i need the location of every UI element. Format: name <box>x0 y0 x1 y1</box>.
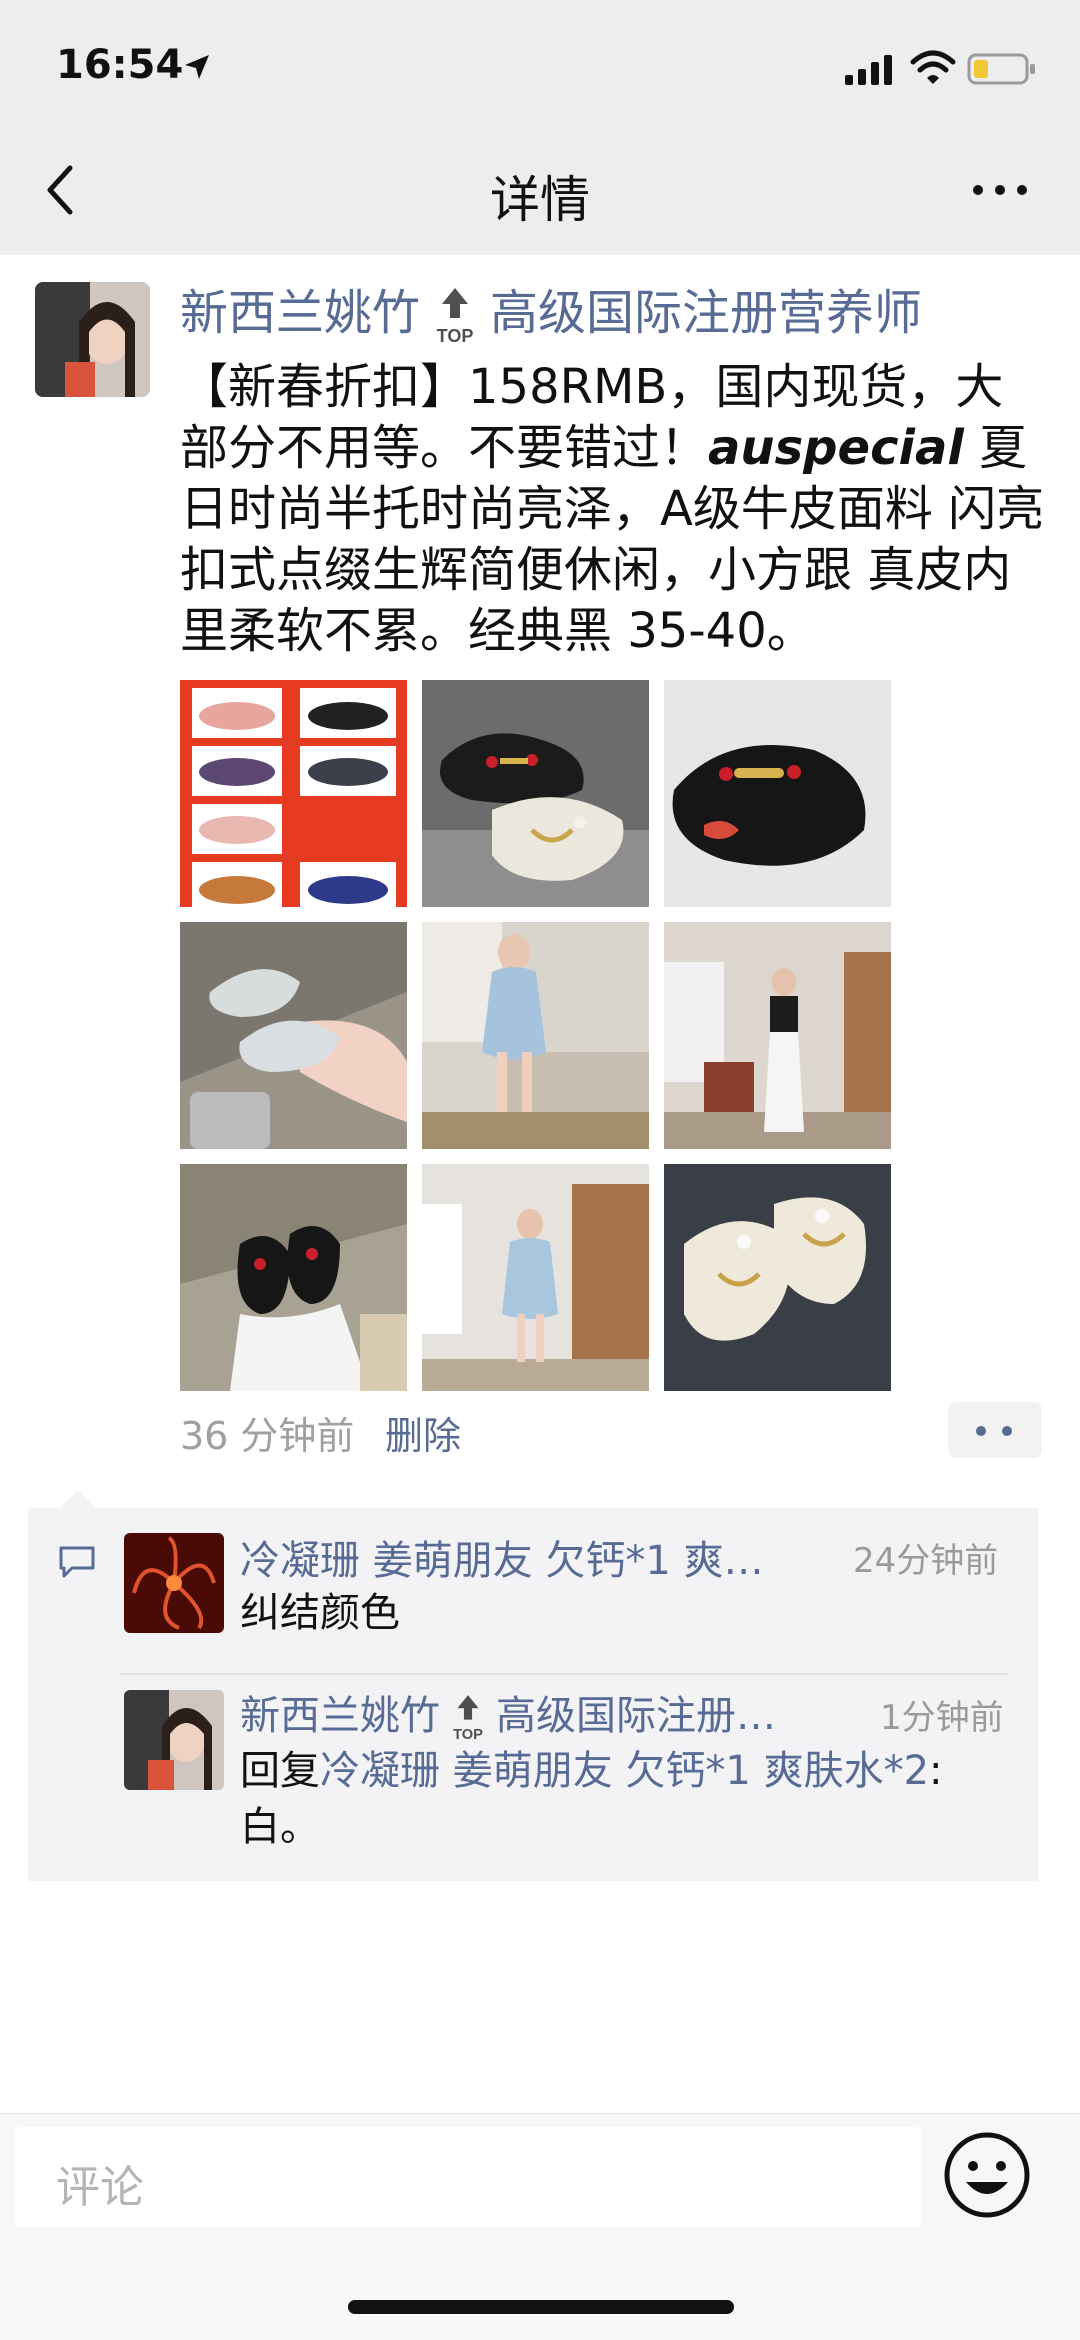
author-name[interactable]: 新西兰姚竹 <box>180 285 420 341</box>
image-feet-black-loafers[interactable] <box>180 1164 407 1391</box>
commenter-avatar[interactable] <box>124 1533 224 1633</box>
emoji-icon[interactable] <box>942 2130 1032 2220</box>
comment-input-placeholder: 评论 <box>56 2162 144 2213</box>
home-indicator[interactable] <box>348 2300 734 2314</box>
comment-bubble-icon <box>59 1546 95 1578</box>
top-badge-icon: TOP <box>453 1695 483 1743</box>
status-time: 16:54 <box>56 42 184 88</box>
reply-author-name[interactable]: 新西兰姚竹 <box>240 1693 440 1739</box>
dot-icon <box>1002 1426 1012 1436</box>
image-black-loafer-bee[interactable] <box>664 680 891 907</box>
reply-author-title: 高级国际注册… <box>496 1693 776 1739</box>
comment-time: 24分钟前 <box>853 1541 999 1581</box>
author-row: 新西兰姚竹 TOP 高级国际注册营养师 <box>180 282 1060 346</box>
top-badge-text: TOP <box>437 326 474 346</box>
image-black-and-white-loafers[interactable] <box>422 680 649 907</box>
comment-like-menu-button[interactable] <box>948 1402 1042 1458</box>
comment-text: 纠结颜色 <box>240 1590 400 1636</box>
image-woman-denim-dress-standing[interactable] <box>422 1164 649 1391</box>
reply-author-avatar[interactable] <box>124 1690 224 1790</box>
author-title: 高级国际注册营养师 <box>490 285 923 341</box>
post-brand: auspecial <box>708 420 964 476</box>
wifi-icon <box>910 50 956 84</box>
reply-text: 回复冷凝珊 姜萌朋友 欠钙*1 爽肤水*2:白。 <box>240 1743 1010 1855</box>
signal-icon <box>845 55 892 85</box>
image-woman-denim-dress-sitting[interactable] <box>422 922 649 1149</box>
post-text: 【新春折扣】158RMB，国内现货，大部分不用等。不要错过！auspecial … <box>180 357 1050 662</box>
commenter-name[interactable]: 冷凝珊 姜萌朋友 欠钙*1 爽… <box>240 1528 764 1586</box>
image-woman-white-pants-room[interactable] <box>664 922 891 1149</box>
image-feet-white-slides[interactable] <box>180 922 407 1149</box>
reply-prefix: 回复 <box>240 1748 320 1794</box>
comment-input[interactable]: 评论 <box>14 2127 922 2227</box>
reply-time: 1分钟前 <box>880 1698 1004 1738</box>
reply-to-name[interactable]: 冷凝珊 姜萌朋友 欠钙*1 爽肤水*2 <box>320 1748 929 1794</box>
post-time: 36 分钟前 <box>180 1414 355 1458</box>
reply-author-row: 新西兰姚竹 TOP 高级国际注册… <box>240 1683 776 1744</box>
location-arrow-icon <box>185 55 209 79</box>
image-grid <box>180 680 895 1392</box>
battery-icon <box>967 53 1035 85</box>
delete-link[interactable]: 删除 <box>385 1405 461 1460</box>
comment-box-pointer <box>60 1490 96 1508</box>
comment-divider <box>120 1673 1008 1675</box>
page-title: 详情 <box>490 171 590 229</box>
image-product-collage[interactable] <box>180 680 407 907</box>
image-white-embroidered-slides[interactable] <box>664 1164 891 1391</box>
more-dots-icon[interactable] <box>970 182 1030 198</box>
author-avatar[interactable] <box>35 282 150 397</box>
dot-icon <box>976 1426 986 1436</box>
reply-badge-text: TOP <box>453 1727 483 1743</box>
top-badge-icon: TOP <box>437 288 474 346</box>
